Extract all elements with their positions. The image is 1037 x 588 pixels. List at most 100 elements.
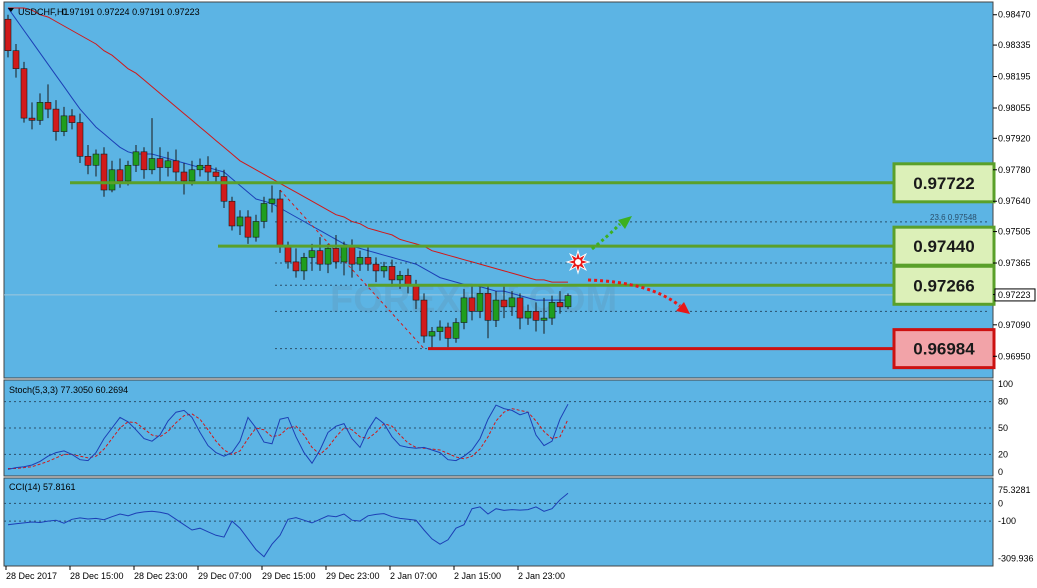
candle-body [4, 18, 12, 51]
candle-body [124, 164, 132, 182]
price-tick-label: 0.96950 [998, 351, 1031, 361]
candle-body [268, 198, 276, 204]
candle-body [484, 293, 492, 321]
stochastic-panel[interactable]: Stoch(5,3,3) 77.3050 60.2694 [3, 379, 994, 477]
candle-body [436, 326, 444, 332]
breakout-star-center [575, 259, 581, 265]
time-tick-label: 29 Dec 23:00 [326, 571, 380, 581]
candle-body [316, 250, 324, 265]
candle-body [332, 248, 340, 263]
price-tick-label: 0.97920 [998, 133, 1031, 143]
candle-body [356, 257, 364, 265]
candle-body [428, 331, 436, 337]
candle-body [500, 299, 508, 308]
candle-body [260, 203, 268, 222]
candle-body [532, 311, 540, 321]
price-tick-label: 0.98335 [998, 40, 1031, 50]
candle-body [228, 200, 236, 227]
stoch-tick-label: 80 [998, 397, 1008, 407]
candle-body [388, 266, 396, 281]
candle-body [172, 160, 180, 173]
candle-body [300, 257, 308, 272]
candle-body [108, 169, 116, 191]
candle-body [508, 297, 516, 308]
price-tick-label: 0.98195 [998, 72, 1031, 82]
candle-body [220, 176, 228, 202]
candle-body [52, 108, 60, 132]
cci-tick-label: -309.936 [998, 553, 1034, 563]
cci-tick-label: -100 [998, 516, 1016, 526]
candle-body [276, 198, 284, 247]
candle-body [84, 155, 92, 166]
stoch-label: Stoch(5,3,3) 77.3050 60.2694 [9, 385, 128, 395]
candle-body [460, 297, 468, 323]
candle-body [116, 169, 124, 182]
price-tag-label: 0.97223 [998, 290, 1031, 300]
forex-chart: FOREXimf.COM 23.6 0.97548 0.977220.97440… [0, 0, 1037, 588]
candle-body [420, 299, 428, 337]
stoch-tick-label: 0 [998, 467, 1003, 477]
candle-body [540, 317, 548, 321]
candle-body [92, 153, 100, 166]
candle-body [404, 275, 412, 285]
candle-body [68, 115, 76, 123]
cci-label: CCI(14) 57.8161 [9, 482, 76, 492]
time-tick-label: 28 Dec 15:00 [70, 571, 124, 581]
cci-tick-label: 75.3281 [998, 485, 1031, 495]
price-tick-label: 0.97505 [998, 227, 1031, 237]
candle-body [60, 115, 68, 132]
candle-body [524, 311, 532, 319]
level-value-label: 0.97722 [913, 174, 974, 193]
candle-body [380, 266, 388, 272]
candle-body [548, 302, 556, 319]
candle-body [28, 117, 36, 121]
candle-body [20, 68, 28, 119]
candle-body [556, 302, 564, 308]
candle-body [252, 221, 260, 238]
candle-body [100, 153, 108, 191]
price-tick-label: 0.97640 [998, 196, 1031, 206]
price-tick-label: 0.97090 [998, 320, 1031, 330]
chart-header: USDCHF,H1 0.97191 0.97224 0.97191 0.9722… [8, 7, 200, 17]
candle-body [364, 257, 372, 265]
candle-body [476, 293, 484, 312]
candle-body [372, 263, 380, 272]
candle-body [516, 297, 524, 319]
price-tick-label: 0.97780 [998, 165, 1031, 175]
candle-body [164, 160, 172, 168]
price-panel[interactable]: FOREXimf.COM 23.6 0.97548 0.977220.97440… [3, 1, 996, 379]
candle-body [196, 164, 204, 171]
candle-body [140, 151, 148, 171]
candle-body [492, 299, 500, 321]
candle-body [244, 216, 252, 238]
stoch-tick-label: 50 [998, 423, 1008, 433]
time-tick-label: 28 Dec 2017 [6, 571, 57, 581]
stoch-tick-label: 100 [998, 379, 1013, 389]
candle-body [212, 171, 220, 177]
level-value-label: 0.96984 [913, 340, 975, 359]
price-tick-label: 0.97365 [998, 258, 1031, 268]
candle-body [292, 261, 300, 272]
candle-body [76, 122, 84, 157]
stoch-tick-label: 20 [998, 449, 1008, 459]
candle-body [36, 102, 44, 121]
candle-body [452, 322, 460, 339]
candle-body [308, 250, 316, 258]
candle-body [180, 171, 188, 182]
candle-body [132, 151, 140, 166]
candle-body [148, 158, 156, 171]
candle-body [564, 295, 572, 308]
ohlc-readout: 0.97191 0.97224 0.97191 0.97223 [62, 7, 200, 17]
candle-body [324, 248, 332, 265]
candle-body [396, 275, 404, 281]
cci-panel[interactable]: CCI(14) 57.8161 [3, 477, 994, 567]
candle-body [12, 50, 20, 69]
cci-tick-label: 0 [998, 498, 1003, 508]
candle-body [156, 158, 164, 168]
symbol-label: USDCHF,H1 [18, 7, 69, 17]
candle-body [236, 216, 244, 227]
time-tick-label: 2 Jan 07:00 [390, 571, 437, 581]
time-tick-label: 28 Dec 23:00 [134, 571, 188, 581]
price-tick-label: 0.98470 [998, 10, 1031, 20]
level-value-label: 0.97440 [913, 237, 974, 256]
